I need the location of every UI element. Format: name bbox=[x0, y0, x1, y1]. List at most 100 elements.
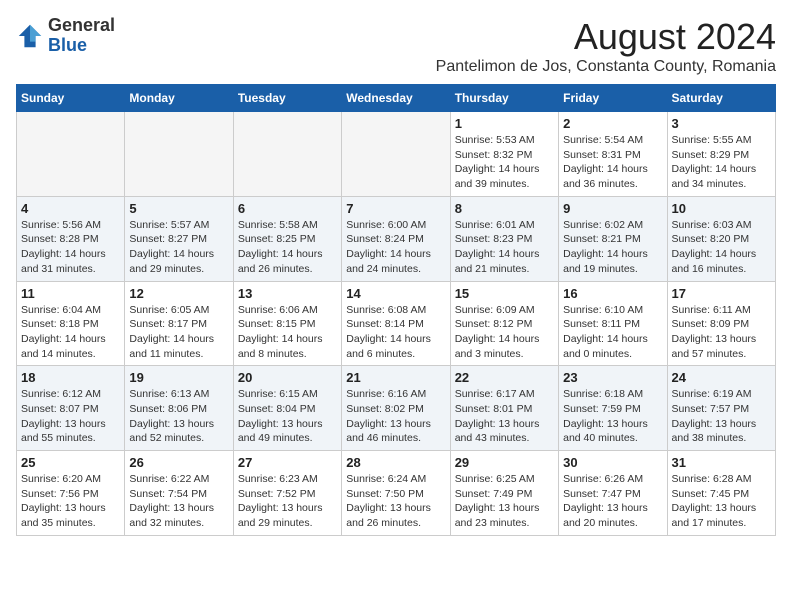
day-info: Sunrise: 5:54 AM Sunset: 8:31 PM Dayligh… bbox=[563, 133, 662, 192]
calendar-day-cell bbox=[342, 112, 450, 197]
day-number: 17 bbox=[672, 286, 771, 301]
day-number: 8 bbox=[455, 201, 554, 216]
calendar-day-cell: 28 Sunrise: 6:24 AM Sunset: 7:50 PM Dayli… bbox=[342, 451, 450, 536]
day-number: 15 bbox=[455, 286, 554, 301]
day-info: Sunrise: 6:06 AM Sunset: 8:15 PM Dayligh… bbox=[238, 303, 337, 362]
day-number: 24 bbox=[672, 370, 771, 385]
day-number: 5 bbox=[129, 201, 228, 216]
day-info: Sunrise: 5:58 AM Sunset: 8:25 PM Dayligh… bbox=[238, 218, 337, 277]
day-info: Sunrise: 6:08 AM Sunset: 8:14 PM Dayligh… bbox=[346, 303, 445, 362]
calendar-day-cell: 5 Sunrise: 5:57 AM Sunset: 8:27 PM Daylig… bbox=[125, 196, 233, 281]
day-info: Sunrise: 6:19 AM Sunset: 7:57 PM Dayligh… bbox=[672, 387, 771, 446]
day-info: Sunrise: 6:16 AM Sunset: 8:02 PM Dayligh… bbox=[346, 387, 445, 446]
day-number: 14 bbox=[346, 286, 445, 301]
day-number: 6 bbox=[238, 201, 337, 216]
day-number: 4 bbox=[21, 201, 120, 216]
calendar-day-cell: 29Sunrise: 6:25 AM Sunset: 7:49 PM Dayli… bbox=[450, 451, 558, 536]
day-number: 30 bbox=[563, 455, 662, 470]
day-of-week-header: Monday bbox=[125, 85, 233, 112]
day-of-week-header: Sunday bbox=[17, 85, 125, 112]
logo-icon bbox=[16, 22, 44, 50]
calendar-day-cell: 15 Sunrise: 6:09 AM Sunset: 8:12 PM Dayli… bbox=[450, 281, 558, 366]
calendar-day-cell: 1 Sunrise: 5:53 AM Sunset: 8:32 PM Daylig… bbox=[450, 112, 558, 197]
day-info: Sunrise: 6:09 AM Sunset: 8:12 PM Dayligh… bbox=[455, 303, 554, 362]
day-of-week-header: Friday bbox=[559, 85, 667, 112]
calendar-week-row: 1 Sunrise: 5:53 AM Sunset: 8:32 PM Daylig… bbox=[17, 112, 776, 197]
calendar-week-row: 11 Sunrise: 6:04 AM Sunset: 8:18 PM Dayli… bbox=[17, 281, 776, 366]
day-info: Sunrise: 6:02 AM Sunset: 8:21 PM Dayligh… bbox=[563, 218, 662, 277]
logo-text: General Blue bbox=[48, 16, 115, 56]
day-info: Sunrise: 5:53 AM Sunset: 8:32 PM Dayligh… bbox=[455, 133, 554, 192]
day-info: Sunrise: 6:24 AM Sunset: 7:50 PM Dayligh… bbox=[346, 472, 445, 531]
calendar-day-cell: 3 Sunrise: 5:55 AM Sunset: 8:29 PM Daylig… bbox=[667, 112, 775, 197]
day-info: Sunrise: 6:13 AM Sunset: 8:06 PM Dayligh… bbox=[129, 387, 228, 446]
day-number: 31 bbox=[672, 455, 771, 470]
calendar-day-cell bbox=[17, 112, 125, 197]
calendar-day-cell: 31Sunrise: 6:28 AM Sunset: 7:45 PM Dayli… bbox=[667, 451, 775, 536]
day-info: Sunrise: 6:17 AM Sunset: 8:01 PM Dayligh… bbox=[455, 387, 554, 446]
day-number: 16 bbox=[563, 286, 662, 301]
day-number: 11 bbox=[21, 286, 120, 301]
day-info: Sunrise: 6:10 AM Sunset: 8:11 PM Dayligh… bbox=[563, 303, 662, 362]
logo: General Blue bbox=[16, 16, 115, 56]
calendar-day-cell: 13 Sunrise: 6:06 AM Sunset: 8:15 PM Dayli… bbox=[233, 281, 341, 366]
day-number: 13 bbox=[238, 286, 337, 301]
calendar-day-cell: 30Sunrise: 6:26 AM Sunset: 7:47 PM Dayli… bbox=[559, 451, 667, 536]
month-year-title: August 2024 bbox=[436, 16, 776, 58]
calendar-day-cell: 4 Sunrise: 5:56 AM Sunset: 8:28 PM Daylig… bbox=[17, 196, 125, 281]
day-info: Sunrise: 6:04 AM Sunset: 8:18 PM Dayligh… bbox=[21, 303, 120, 362]
day-number: 1 bbox=[455, 116, 554, 131]
calendar-day-cell: 9 Sunrise: 6:02 AM Sunset: 8:21 PM Daylig… bbox=[559, 196, 667, 281]
day-info: Sunrise: 6:11 AM Sunset: 8:09 PM Dayligh… bbox=[672, 303, 771, 362]
calendar-day-cell: 8Sunrise: 6:01 AM Sunset: 8:23 PM Daylig… bbox=[450, 196, 558, 281]
day-of-week-header: Saturday bbox=[667, 85, 775, 112]
calendar-day-cell bbox=[233, 112, 341, 197]
calendar-table: SundayMondayTuesdayWednesdayThursdayFrid… bbox=[16, 84, 776, 536]
day-info: Sunrise: 6:20 AM Sunset: 7:56 PM Dayligh… bbox=[21, 472, 120, 531]
day-number: 25 bbox=[21, 455, 120, 470]
day-number: 3 bbox=[672, 116, 771, 131]
day-number: 19 bbox=[129, 370, 228, 385]
day-info: Sunrise: 6:15 AM Sunset: 8:04 PM Dayligh… bbox=[238, 387, 337, 446]
day-number: 27 bbox=[238, 455, 337, 470]
day-info: Sunrise: 5:56 AM Sunset: 8:28 PM Dayligh… bbox=[21, 218, 120, 277]
day-info: Sunrise: 6:25 AM Sunset: 7:49 PM Dayligh… bbox=[455, 472, 554, 531]
calendar-day-cell: 7Sunrise: 6:00 AM Sunset: 8:24 PM Daylig… bbox=[342, 196, 450, 281]
day-of-week-header: Thursday bbox=[450, 85, 558, 112]
calendar-day-cell: 25 Sunrise: 6:20 AM Sunset: 7:56 PM Dayli… bbox=[17, 451, 125, 536]
day-number: 21 bbox=[346, 370, 445, 385]
day-info: Sunrise: 6:12 AM Sunset: 8:07 PM Dayligh… bbox=[21, 387, 120, 446]
calendar-week-row: 18Sunrise: 6:12 AM Sunset: 8:07 PM Dayli… bbox=[17, 366, 776, 451]
day-number: 28 bbox=[346, 455, 445, 470]
day-info: Sunrise: 5:57 AM Sunset: 8:27 PM Dayligh… bbox=[129, 218, 228, 277]
calendar-day-cell: 19 Sunrise: 6:13 AM Sunset: 8:06 PM Dayli… bbox=[125, 366, 233, 451]
day-number: 23 bbox=[563, 370, 662, 385]
day-info: Sunrise: 6:18 AM Sunset: 7:59 PM Dayligh… bbox=[563, 387, 662, 446]
calendar-day-cell: 26Sunrise: 6:22 AM Sunset: 7:54 PM Dayli… bbox=[125, 451, 233, 536]
header: General Blue August 2024 Pantelimon de J… bbox=[16, 16, 776, 76]
day-info: Sunrise: 6:23 AM Sunset: 7:52 PM Dayligh… bbox=[238, 472, 337, 531]
calendar-day-cell: 21 Sunrise: 6:16 AM Sunset: 8:02 PM Dayli… bbox=[342, 366, 450, 451]
calendar-week-row: 4 Sunrise: 5:56 AM Sunset: 8:28 PM Daylig… bbox=[17, 196, 776, 281]
calendar-day-cell: 23 Sunrise: 6:18 AM Sunset: 7:59 PM Dayli… bbox=[559, 366, 667, 451]
calendar-day-cell: 27 Sunrise: 6:23 AM Sunset: 7:52 PM Dayli… bbox=[233, 451, 341, 536]
calendar-day-cell: 22Sunrise: 6:17 AM Sunset: 8:01 PM Dayli… bbox=[450, 366, 558, 451]
day-number: 20 bbox=[238, 370, 337, 385]
calendar-week-row: 25 Sunrise: 6:20 AM Sunset: 7:56 PM Dayli… bbox=[17, 451, 776, 536]
day-info: Sunrise: 6:00 AM Sunset: 8:24 PM Dayligh… bbox=[346, 218, 445, 277]
calendar-day-cell: 14 Sunrise: 6:08 AM Sunset: 8:14 PM Dayli… bbox=[342, 281, 450, 366]
calendar-day-cell: 20 Sunrise: 6:15 AM Sunset: 8:04 PM Dayli… bbox=[233, 366, 341, 451]
calendar-header-row: SundayMondayTuesdayWednesdayThursdayFrid… bbox=[17, 85, 776, 112]
calendar-day-cell: 18Sunrise: 6:12 AM Sunset: 8:07 PM Dayli… bbox=[17, 366, 125, 451]
day-number: 10 bbox=[672, 201, 771, 216]
day-of-week-header: Wednesday bbox=[342, 85, 450, 112]
day-info: Sunrise: 5:55 AM Sunset: 8:29 PM Dayligh… bbox=[672, 133, 771, 192]
calendar-day-cell: 11 Sunrise: 6:04 AM Sunset: 8:18 PM Dayli… bbox=[17, 281, 125, 366]
day-info: Sunrise: 6:03 AM Sunset: 8:20 PM Dayligh… bbox=[672, 218, 771, 277]
day-number: 9 bbox=[563, 201, 662, 216]
calendar-day-cell: 12Sunrise: 6:05 AM Sunset: 8:17 PM Dayli… bbox=[125, 281, 233, 366]
day-of-week-header: Tuesday bbox=[233, 85, 341, 112]
location-subtitle: Pantelimon de Jos, Constanta County, Rom… bbox=[436, 58, 776, 76]
day-number: 2 bbox=[563, 116, 662, 131]
day-number: 26 bbox=[129, 455, 228, 470]
